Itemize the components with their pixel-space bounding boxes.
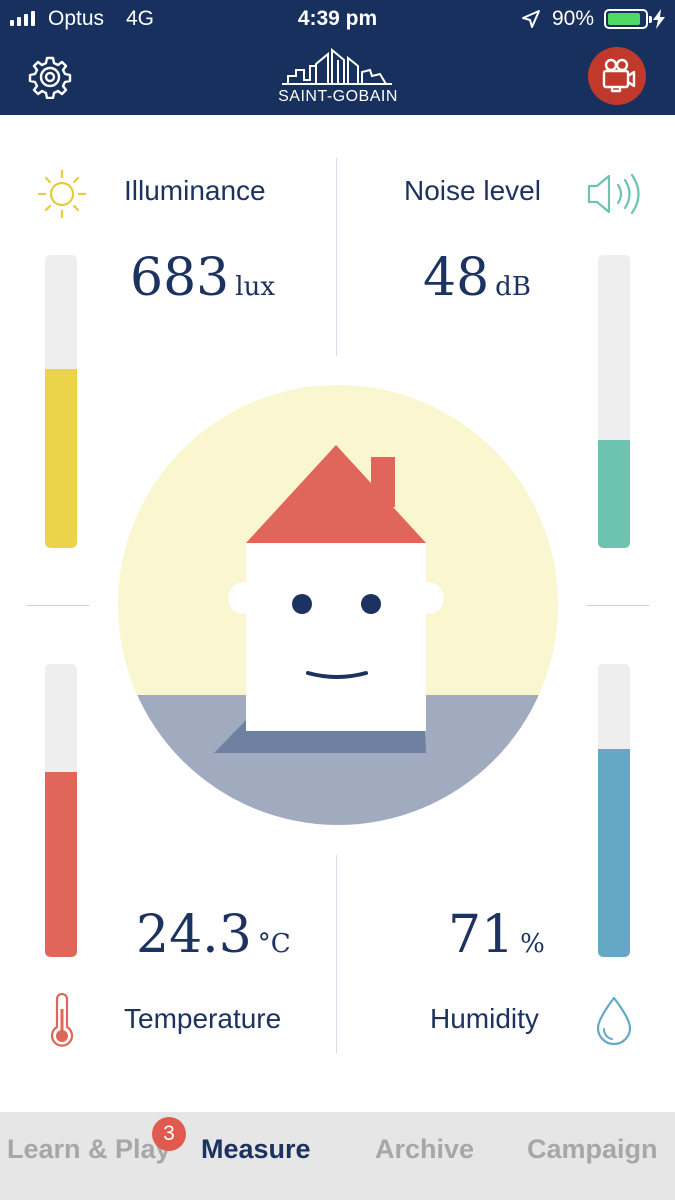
divider-top bbox=[336, 158, 337, 356]
video-camera-icon bbox=[602, 58, 636, 93]
tab-measure[interactable]: Measure bbox=[201, 1134, 311, 1165]
location-arrow-icon bbox=[522, 10, 540, 28]
noise-bar bbox=[598, 255, 630, 548]
noise-value: 48 bbox=[423, 248, 490, 308]
illuminance-value: 683 bbox=[130, 248, 230, 308]
battery-icon bbox=[604, 9, 652, 29]
humidity-unit: % bbox=[520, 929, 545, 959]
illuminance-bar-fill bbox=[45, 369, 77, 548]
temperature-bar bbox=[45, 664, 77, 957]
house-illustration bbox=[118, 385, 558, 825]
sun-icon bbox=[37, 169, 87, 219]
humidity-bar bbox=[598, 664, 630, 957]
divider-left bbox=[27, 605, 89, 606]
temperature-bar-fill bbox=[45, 772, 77, 957]
temperature-value: 24.3 bbox=[136, 905, 252, 965]
noise-unit: dB bbox=[495, 272, 531, 302]
divider-right bbox=[587, 605, 649, 606]
gear-icon[interactable] bbox=[28, 55, 72, 99]
brand-name: SAINT-GOBAIN bbox=[278, 88, 398, 105]
illuminance-value-group: 683 lux bbox=[130, 248, 275, 308]
charging-bolt-icon bbox=[653, 9, 665, 29]
temperature-unit: °C bbox=[257, 929, 291, 959]
temperature-value-group: 24.3 °C bbox=[136, 905, 291, 965]
tab-archive[interactable]: Archive bbox=[375, 1134, 474, 1165]
noise-value-group: 48 dB bbox=[423, 248, 531, 308]
battery-fill bbox=[608, 13, 640, 25]
battery-percentage: 90% bbox=[552, 7, 595, 30]
speaker-icon bbox=[587, 173, 640, 215]
temperature-label: Temperature bbox=[124, 1003, 282, 1034]
illuminance-bar bbox=[45, 255, 77, 548]
humidity-value-group: 71% bbox=[448, 905, 545, 965]
tab-learn-play[interactable]: Learn & Play bbox=[7, 1134, 171, 1165]
notification-badge: 3 bbox=[152, 1117, 186, 1151]
tab-campaign[interactable]: Campaign bbox=[527, 1134, 658, 1165]
thermometer-icon bbox=[50, 993, 74, 1047]
camera-button[interactable] bbox=[588, 47, 646, 105]
humidity-value: 71 bbox=[448, 905, 515, 965]
illuminance-label: Illuminance bbox=[124, 175, 266, 206]
status-bar: Optus 4G 4:39 pm 90% bbox=[0, 0, 675, 38]
app-header: Optus 4G 4:39 pm 90% SAINT-GOBAIN bbox=[0, 0, 675, 115]
humidity-bar-fill bbox=[598, 748, 630, 957]
water-drop-icon bbox=[596, 996, 632, 1046]
divider-bottom bbox=[336, 855, 337, 1053]
illuminance-unit: lux bbox=[235, 272, 275, 302]
humidity-label: Humidity bbox=[430, 1003, 539, 1034]
noise-label: Noise level bbox=[404, 175, 541, 206]
noise-bar-fill bbox=[598, 439, 630, 548]
